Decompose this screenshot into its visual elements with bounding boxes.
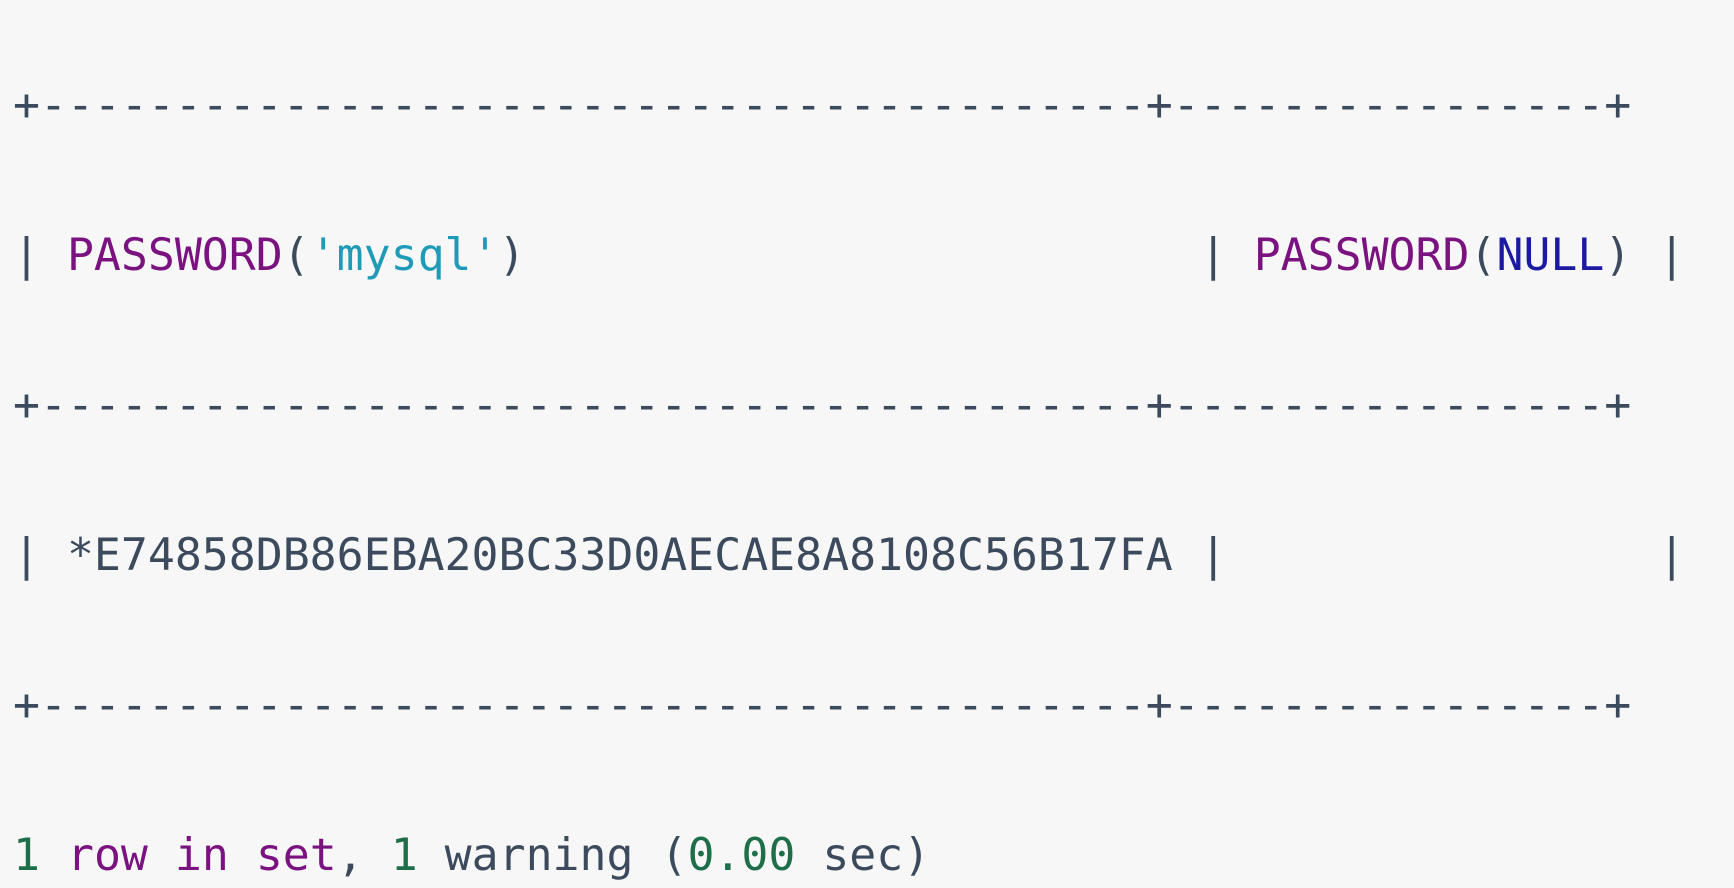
summary-sec-word: sec (822, 828, 904, 881)
summary-seconds: 0.00 (687, 828, 796, 881)
table-header-row: | PASSWORD('mysql') | PASSWORD(NULL) | (13, 228, 1686, 281)
header-col2-open-paren: ( (1469, 228, 1497, 281)
header-col2-argument: NULL (1496, 228, 1605, 281)
header-col1-padding (525, 228, 1172, 281)
summary-in-word: in (174, 828, 229, 881)
summary-warning-count: 1 (390, 828, 418, 881)
header-col2-function: PASSWORD (1253, 228, 1470, 281)
summary-close-paren: ) (903, 828, 931, 881)
mysql-output-block: +---------------------------------------… (0, 0, 1734, 881)
summary-comma: , (336, 828, 364, 881)
result-summary: 1 row in set, 1 warning (0.00 sec) (13, 817, 1734, 888)
table-border-top: +---------------------------------------… (13, 78, 1632, 131)
header-col1-open-paren: ( (282, 228, 310, 281)
table-border-bottom: +---------------------------------------… (13, 678, 1632, 731)
header-col1-function: PASSWORD (66, 228, 283, 281)
table-data-row: | *E74858DB86EBA20BC33D0AECAE8A8108C56B1… (13, 528, 1686, 581)
summary-set-word: set (255, 828, 337, 881)
summary-row-count: 1 (13, 828, 40, 881)
row-col1-value: *E74858DB86EBA20BC33D0AECAE8A8108C56B17F… (66, 528, 1173, 581)
header-col2-close-paren: ) (1604, 228, 1632, 281)
header-col1-close-paren: ) (498, 228, 526, 281)
table-border-middle: +---------------------------------------… (13, 378, 1632, 431)
summary-open-paren: ( (660, 828, 688, 881)
header-col1-argument: 'mysql' (309, 228, 499, 281)
summary-row-word: row (66, 828, 148, 881)
row-col2-value (1254, 528, 1659, 581)
summary-warning-word: warning (444, 828, 634, 881)
